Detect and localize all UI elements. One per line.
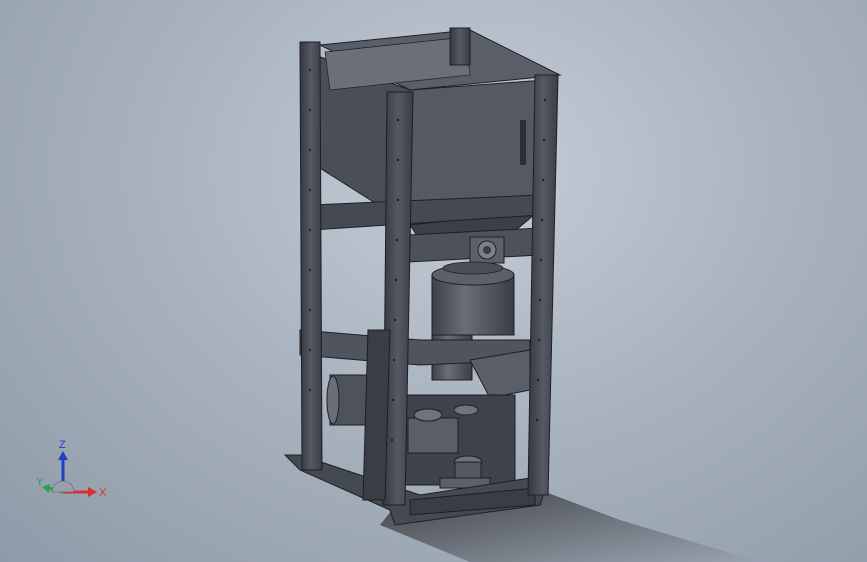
graphics-viewport[interactable]: Z X Y [0, 0, 867, 562]
motor-flange[interactable] [469, 236, 505, 264]
orientation-triad[interactable]: Z X Y [30, 440, 120, 510]
origin-sphere-icon [51, 480, 75, 493]
cad-model-view[interactable] [0, 0, 867, 562]
x-axis-label: X [99, 487, 107, 499]
gear-assembly[interactable] [404, 394, 516, 489]
z-axis-label: Z [59, 440, 66, 451]
y-axis-label: Y [36, 476, 44, 488]
